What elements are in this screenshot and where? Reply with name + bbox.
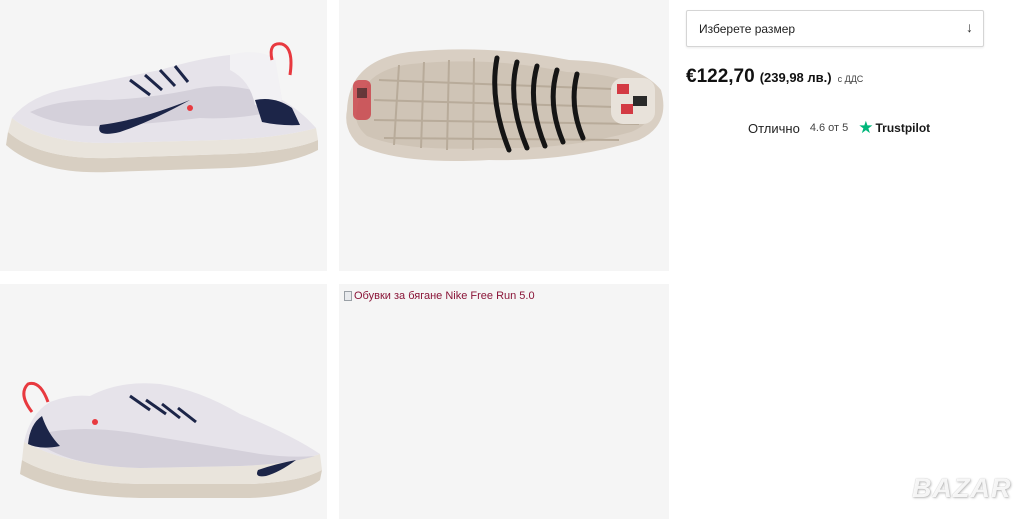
trustpilot-widget[interactable]: Отлично 4.6 от 5 ★ Trustpilot xyxy=(748,118,931,137)
shoe-side-image xyxy=(6,42,318,173)
bazar-watermark: BAZAR xyxy=(912,473,1012,503)
broken-image-alt-text: Обувки за бягане Nike Free Run 5.0 xyxy=(354,290,535,302)
trustpilot-logo: Trustpilot xyxy=(875,121,931,135)
trustpilot-star-icon: ★ xyxy=(858,118,874,137)
gallery-image-3[interactable] xyxy=(0,284,327,519)
trustpilot-rating-word: Отлично xyxy=(748,120,800,136)
shoe-inner-side-image xyxy=(20,381,322,498)
vat-note: с ДДС xyxy=(837,74,864,84)
broken-image: Обувки за бягане Nike Free Run 5.0 xyxy=(344,290,535,302)
shoe-sole-image xyxy=(346,49,664,162)
arrow-down-icon: ↓ xyxy=(966,19,973,35)
price-bgn: (239,98 лв.) xyxy=(759,70,832,85)
gallery-image-1[interactable] xyxy=(0,0,327,271)
gallery-image-2[interactable] xyxy=(339,0,669,271)
broken-image-icon xyxy=(344,291,352,301)
price-eur: €122,70 xyxy=(686,66,755,87)
trustpilot-score: 4.6 от 5 xyxy=(809,122,849,134)
price-row: €122,70 (239,98 лв.) с ДДС xyxy=(686,66,863,88)
gallery-image-4[interactable]: Обувки за бягане Nike Free Run 5.0 xyxy=(339,284,669,519)
size-select-placeholder: Изберете размер xyxy=(699,22,796,36)
size-select[interactable]: Изберете размер ↓ xyxy=(686,10,984,47)
